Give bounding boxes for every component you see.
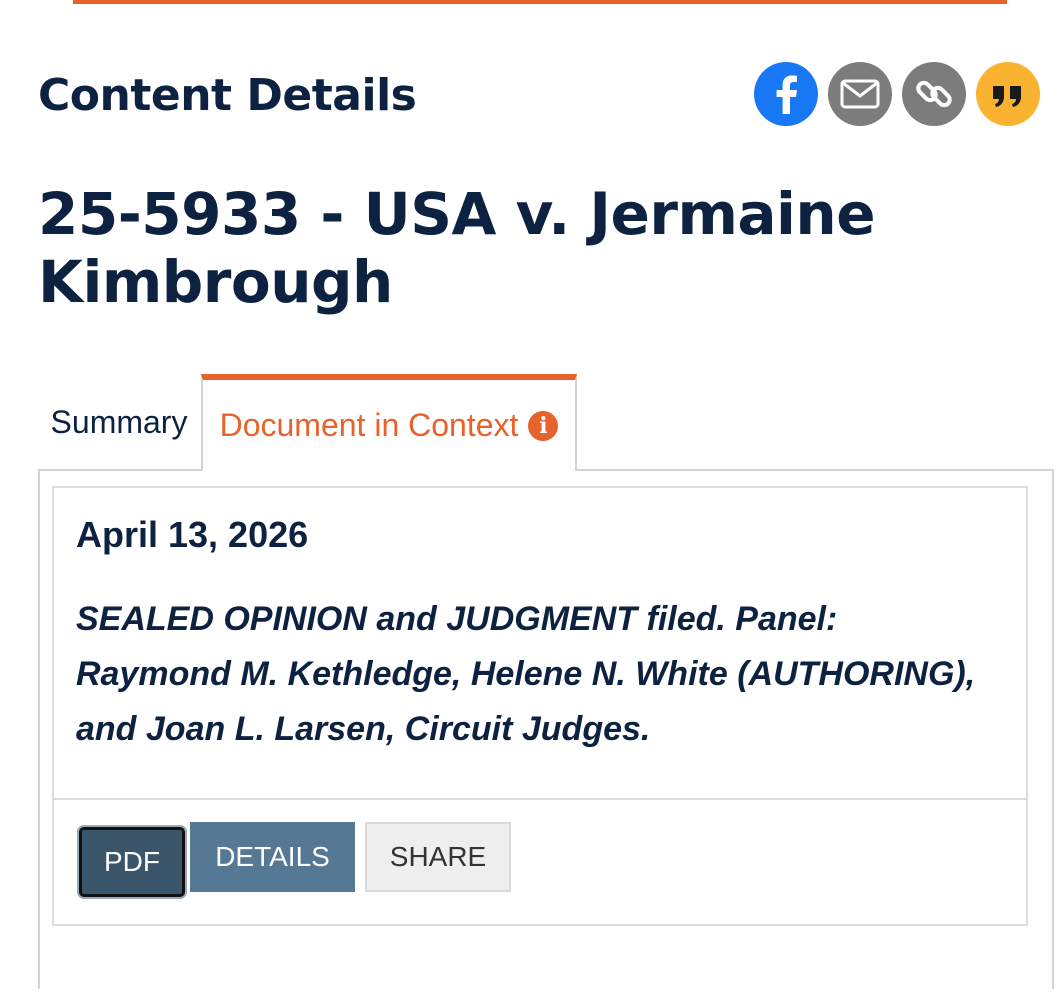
card-divider bbox=[54, 798, 1026, 800]
quote-icon[interactable] bbox=[976, 62, 1040, 126]
share-icons bbox=[754, 62, 1040, 126]
pdf-button[interactable]: PDF bbox=[77, 825, 187, 899]
email-icon[interactable] bbox=[828, 62, 892, 126]
share-button[interactable]: SHARE bbox=[365, 822, 511, 892]
docket-entry-card: April 13, 2026 SEALED OPINION and JUDGME… bbox=[52, 486, 1028, 926]
details-button[interactable]: DETAILS bbox=[190, 822, 355, 892]
facebook-icon[interactable] bbox=[754, 62, 818, 126]
tab-document-in-context[interactable]: Document in Context i bbox=[201, 374, 577, 471]
page-title: Content Details bbox=[38, 70, 417, 121]
tab-document-in-context-label: Document in Context bbox=[219, 407, 519, 443]
top-accent-rule bbox=[73, 0, 1007, 4]
tab-bar: Summary Document in Context i bbox=[38, 374, 1054, 472]
entry-date: April 13, 2026 bbox=[76, 514, 309, 555]
link-icon[interactable] bbox=[902, 62, 966, 126]
info-icon[interactable]: i bbox=[528, 410, 559, 441]
entry-text: SEALED OPINION and JUDGMENT filed. Panel… bbox=[76, 600, 976, 748]
tab-summary[interactable]: Summary bbox=[38, 374, 200, 471]
case-title: 25-5933 - USA v. Jermaine Kimbrough bbox=[38, 180, 876, 316]
